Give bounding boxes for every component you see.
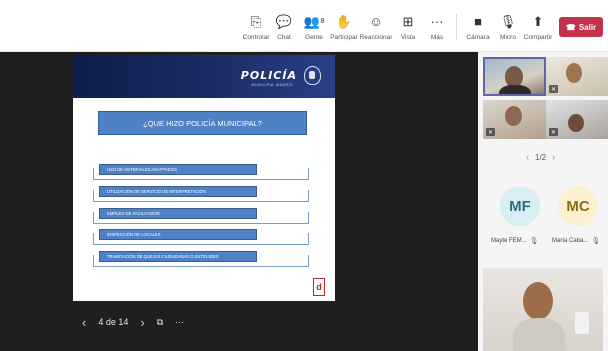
react-icon: ☺ bbox=[369, 13, 383, 29]
slide-thumbnails-icon[interactable]: ⧉ bbox=[157, 317, 163, 328]
chat-label: Chat bbox=[277, 34, 291, 41]
slide-page-label: 4 de 14 bbox=[98, 317, 129, 327]
control-icon: ⎘ bbox=[250, 13, 262, 29]
mic-label: Micro bbox=[500, 34, 516, 41]
pager-label: 1/2 bbox=[535, 152, 547, 162]
item-label: USO DE MATERIALES ADAPTADOS bbox=[99, 164, 257, 175]
avatar[interactable]: MC bbox=[558, 186, 598, 226]
chevron-left-icon[interactable]: ‹ bbox=[82, 315, 86, 330]
participant-name-label: María Caba... bbox=[552, 238, 589, 244]
share-label: Compartir bbox=[523, 34, 553, 41]
slide-list-item: INSPECCIÓN DE LOCALES bbox=[93, 229, 309, 245]
participant-name-label: Mayte FEM... bbox=[491, 238, 527, 244]
slide-list-item: EMPLEO DE FACILITADOR bbox=[93, 208, 309, 224]
more-button[interactable]: ··· Más bbox=[419, 12, 455, 46]
participant-video-tile[interactable]: ✕ bbox=[483, 100, 546, 139]
avatar-initials: MF bbox=[509, 197, 531, 215]
people-icon: 👥 8 bbox=[303, 12, 324, 30]
item-label: EMPLEO DE FACILITADOR bbox=[99, 208, 257, 219]
phone-hangup-icon: ☎ bbox=[565, 22, 576, 32]
raise-hand-button[interactable]: ✋ Participar bbox=[326, 12, 362, 46]
leave-label: Salir bbox=[578, 22, 597, 32]
mic-off-icon: 🎙 bbox=[499, 13, 517, 29]
view-label: Vista bbox=[400, 34, 416, 41]
slide-corner-badge: d bbox=[313, 278, 325, 296]
camera-icon: ■ bbox=[474, 13, 482, 29]
item-label: TRAMITACIÓN DE QUEJAS CIUDADANAS O ENTID… bbox=[99, 251, 257, 262]
presentation-slide: POLICÍA MUNICIPAL MADRID ¿QUE HIZO POLIC… bbox=[73, 55, 335, 301]
meeting-toolbar: ⎘ Controlar 💬 Chat 👥 8 Gente ✋ Participa… bbox=[0, 0, 608, 52]
participants-panel: ✕ ✕ ✕ ‹ 1/2 › MF MC Mayte FEM... 🎙 María… bbox=[478, 52, 608, 351]
share-button[interactable]: ⬆ Compartir bbox=[520, 12, 556, 46]
participant-head bbox=[566, 63, 582, 83]
slide-question: ¿QUE HIZO POLICÍA MUNICIPAL? bbox=[98, 111, 307, 135]
police-logo-subtext: MUNICIPAL MADRID bbox=[251, 83, 293, 87]
mic-off-icon: ✕ bbox=[549, 85, 558, 93]
slide-navigation: ‹ 4 de 14 › ⧉ ··· bbox=[82, 314, 184, 330]
people-count: 8 bbox=[320, 17, 325, 25]
slide-list-item: TRAMITACIÓN DE QUEJAS CIUDADANAS O ENTID… bbox=[93, 251, 309, 267]
people-glyph: 👥 bbox=[303, 13, 320, 29]
participant-body bbox=[513, 318, 565, 351]
mic-off-icon: ✕ bbox=[486, 128, 495, 136]
more-label: Más bbox=[430, 34, 444, 41]
share-icon: ⬆ bbox=[532, 13, 544, 29]
police-logo: POLICÍA bbox=[240, 69, 297, 82]
mic-off-icon: ✕ bbox=[549, 128, 558, 136]
participant-head bbox=[523, 282, 553, 320]
view-icon: ⊞ bbox=[402, 13, 414, 29]
toolbar-divider bbox=[456, 14, 457, 40]
slide-list-item: USO DE MATERIALES ADAPTADOS bbox=[93, 164, 309, 180]
avatar-initials: MC bbox=[566, 197, 590, 215]
more-icon: ··· bbox=[430, 13, 444, 29]
item-label: UTILIZACIÓN DE SERVICIO DE INTERPRETACIÓ… bbox=[99, 186, 257, 197]
people-label: Gente bbox=[305, 34, 323, 41]
participant-head bbox=[505, 106, 522, 126]
participant-name: Mayte FEM... 🎙 bbox=[491, 237, 539, 245]
item-label: INSPECCIÓN DE LOCALES bbox=[99, 229, 257, 240]
participant-body bbox=[499, 85, 531, 94]
self-video-tile[interactable] bbox=[483, 268, 603, 351]
avatar[interactable]: MF bbox=[500, 186, 540, 226]
participant-video-tile[interactable]: ✕ bbox=[546, 100, 608, 139]
background-object bbox=[575, 312, 589, 334]
slide-list-item: UTILIZACIÓN DE SERVICIO DE INTERPRETACIÓ… bbox=[93, 186, 309, 202]
participant-video-tile[interactable] bbox=[483, 57, 546, 96]
raise-hand-icon: ✋ bbox=[335, 13, 353, 29]
chevron-right-icon[interactable]: › bbox=[552, 152, 555, 162]
participant-video-tile[interactable]: ✕ bbox=[546, 57, 608, 96]
shared-content-stage: POLICÍA MUNICIPAL MADRID ¿QUE HIZO POLIC… bbox=[0, 52, 478, 351]
chat-icon: 💬 bbox=[275, 13, 293, 29]
participant-name: María Caba... 🎙 bbox=[552, 237, 600, 245]
react-button[interactable]: ☺ Reaccionar bbox=[358, 12, 394, 46]
chevron-left-icon[interactable]: ‹ bbox=[526, 152, 529, 162]
mic-off-icon: 🎙 bbox=[591, 238, 601, 245]
raise-hand-label: Participar bbox=[330, 34, 358, 41]
police-seal-icon bbox=[304, 66, 321, 85]
participant-head bbox=[568, 114, 584, 132]
slide-more-icon[interactable]: ··· bbox=[175, 317, 184, 327]
react-label: Reaccionar bbox=[359, 34, 393, 41]
leave-button[interactable]: ☎ Salir bbox=[559, 17, 603, 37]
camera-label: Cámara bbox=[466, 34, 490, 41]
chevron-right-icon[interactable]: › bbox=[140, 315, 144, 330]
slide-banner: POLICÍA MUNICIPAL MADRID bbox=[73, 55, 335, 98]
mic-off-icon: 🎙 bbox=[529, 238, 539, 245]
participant-pager: ‹ 1/2 › bbox=[526, 152, 555, 162]
